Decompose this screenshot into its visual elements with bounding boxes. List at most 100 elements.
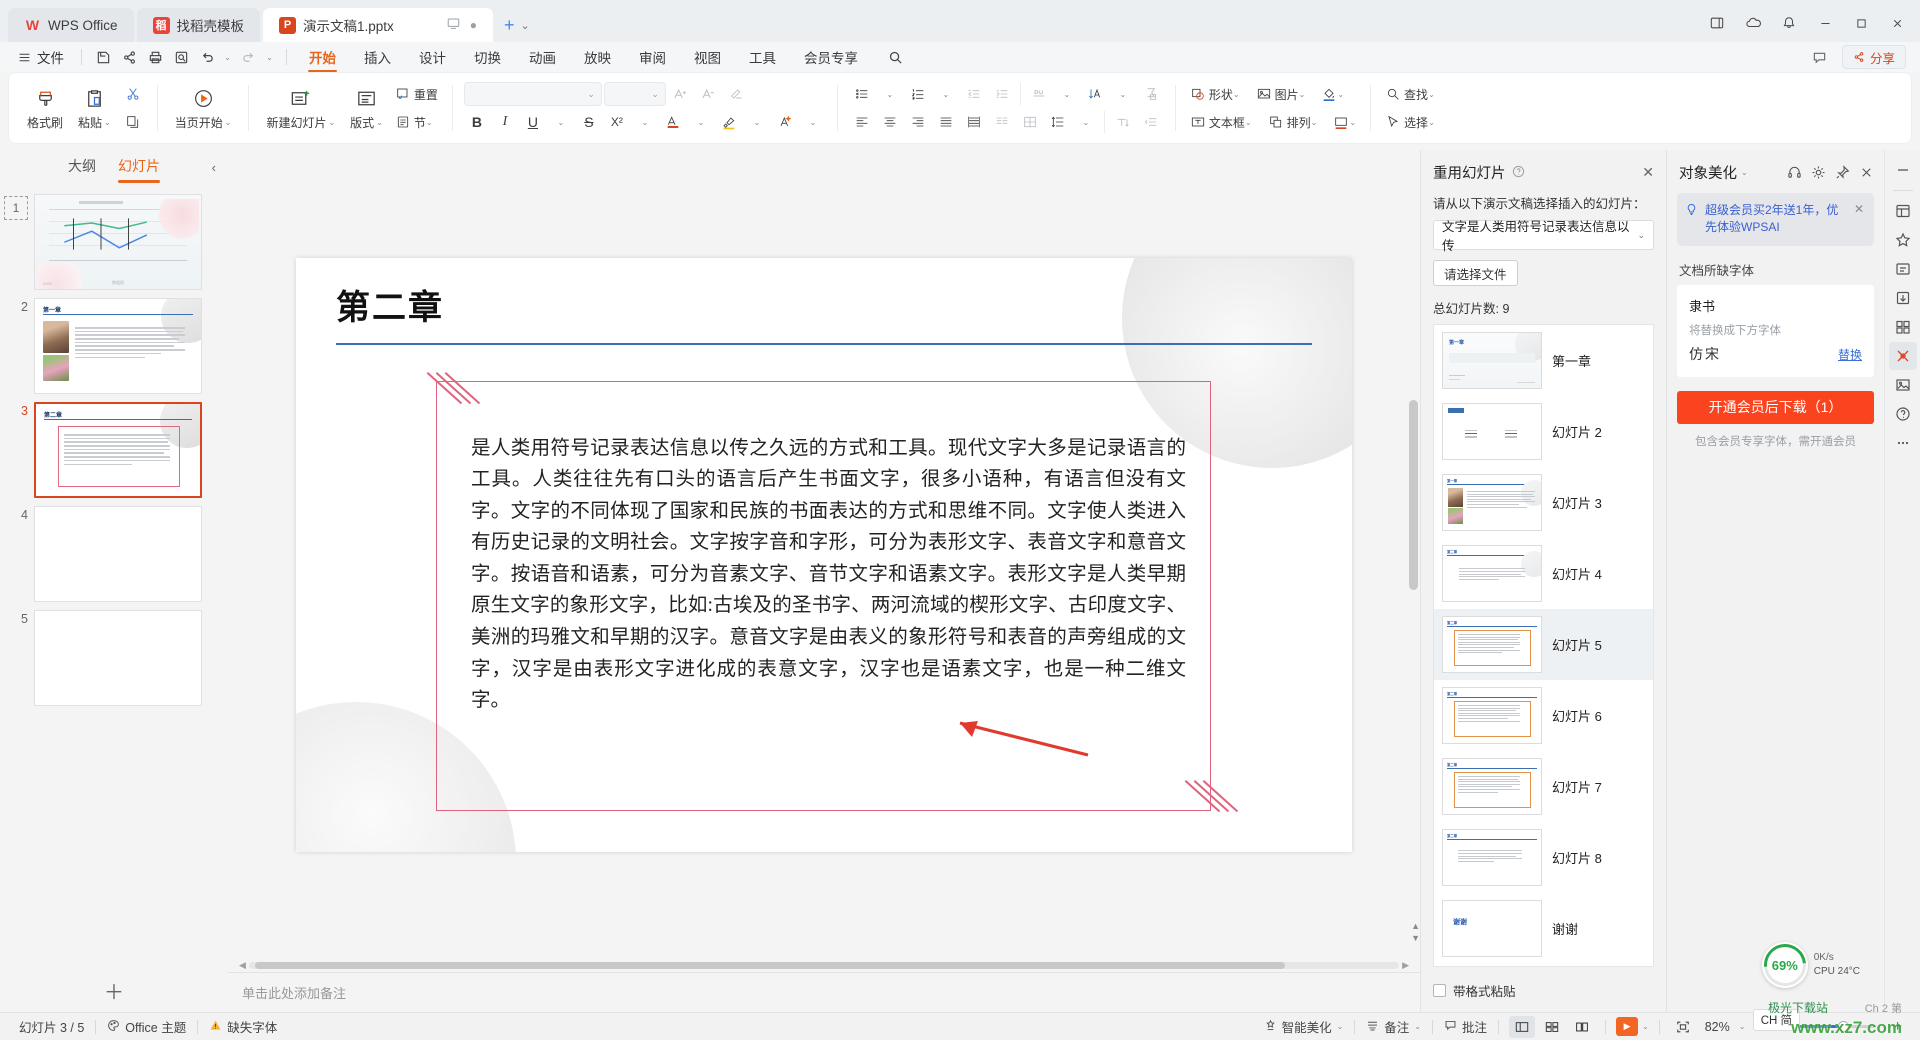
font-color-button[interactable]	[660, 109, 686, 135]
reuse-slide-list[interactable]: 第一章 第一章 幻灯片 2 第一章 幻灯片 3 第二章 幻灯片 4 第二章 幻灯…	[1433, 324, 1654, 967]
design-rail-icon[interactable]	[1889, 313, 1917, 341]
print-icon[interactable]	[143, 45, 167, 69]
line-spacing-button[interactable]	[1045, 109, 1071, 135]
play-slideshow-button[interactable]: ▶	[1616, 1017, 1639, 1036]
scrollbar-track[interactable]	[248, 962, 1400, 969]
close-button[interactable]	[1880, 8, 1914, 38]
chevron-down-icon[interactable]: ⌄	[1245, 118, 1252, 127]
ribbon-tab-tools[interactable]: 工具	[736, 43, 789, 71]
strikethrough-button[interactable]: S	[576, 109, 602, 135]
add-slide-button[interactable]: ＋	[104, 976, 124, 1005]
slide-body-text[interactable]: 是人类用符号记录表达信息以传之久远的方式和工具。现代文字大多是记录语言的工具。人…	[471, 433, 1186, 717]
current-slide[interactable]: 第二章 是人类用符号记录表达信息以传之久远的方式和工具。现代文字大多是记录语言的…	[296, 257, 1352, 852]
smart-beautify-button[interactable]: 智能美化 ⌄	[1253, 1016, 1355, 1038]
chevron-down-icon[interactable]: ⌄	[426, 118, 433, 127]
gear-icon[interactable]	[1811, 165, 1826, 180]
arrange-button[interactable]: 排列 ⌄	[1265, 109, 1321, 135]
layout-button[interactable]: 版式 ⌄	[344, 76, 389, 140]
thumbnail-item-1[interactable]: 1 2024 数据图	[0, 190, 228, 294]
chevron-down-icon[interactable]: ⌄	[698, 118, 705, 127]
format-painter-button[interactable]: 格式刷	[21, 76, 69, 140]
thumbnail-item-3[interactable]: 3 第二章	[0, 398, 228, 502]
numbered-list-button[interactable]	[905, 81, 931, 107]
scrollbar-thumb[interactable]	[1409, 400, 1418, 590]
tab-slides[interactable]: 幻灯片	[118, 156, 160, 183]
slide-canvas-area[interactable]: 第二章 是人类用符号记录表达信息以传之久远的方式和工具。现代文字大多是记录语言的…	[228, 150, 1420, 959]
new-slide-button[interactable]: 新建幻灯片 ⌄	[260, 76, 341, 140]
help-rail-icon[interactable]	[1889, 400, 1917, 428]
chevron-down-icon[interactable]: ⌄	[943, 90, 950, 99]
shape-outline-button[interactable]: ⌄	[1330, 109, 1359, 135]
bullet-list-button[interactable]	[849, 81, 875, 107]
slide-nav-buttons[interactable]: ▲ ▼	[1411, 921, 1420, 943]
view-reading-button[interactable]	[1569, 1016, 1595, 1038]
italic-button[interactable]: I	[492, 109, 518, 135]
columns-button[interactable]	[989, 109, 1015, 135]
close-icon[interactable]: ✕	[1854, 202, 1866, 216]
chevron-down-icon[interactable]: ⌄	[1337, 90, 1344, 99]
line-spacing-caret[interactable]: ⌄	[1073, 109, 1099, 135]
text-effect-button[interactable]	[772, 109, 798, 135]
picture-button[interactable]: 图片 ⌄	[1253, 81, 1309, 107]
text-direction-button[interactable]	[1110, 109, 1136, 135]
chevron-down-icon[interactable]: ⌄	[1741, 168, 1748, 177]
cloud-sync-icon[interactable]	[1736, 8, 1770, 38]
distribute-button[interactable]	[961, 109, 987, 135]
missing-font-status[interactable]: 缺失字体	[198, 1016, 288, 1038]
chevron-down-icon[interactable]: ⌄	[810, 118, 817, 127]
chevron-down-icon[interactable]: ⌄	[651, 89, 659, 100]
pinyin-guide-button[interactable]	[1026, 81, 1052, 107]
chevron-down-icon[interactable]: ⌄	[558, 118, 565, 127]
close-icon[interactable]	[1859, 165, 1874, 180]
ribbon-tab-home[interactable]: 开始	[296, 43, 349, 72]
superscript-caret[interactable]: ⌄	[632, 109, 658, 135]
thumbnail-list[interactable]: 1 2024 数据图 2 第一章 3 第二章 4 5	[0, 184, 228, 968]
resource-rail-icon[interactable]	[1889, 255, 1917, 283]
chevron-down-icon[interactable]: ⌄	[1349, 118, 1356, 127]
tab-list-caret-icon[interactable]: ⌄	[521, 19, 530, 32]
minimize-panel-icon[interactable]	[1889, 156, 1917, 184]
textbox-button[interactable]: 文本框 ⌄	[1187, 109, 1255, 135]
bullet-list-caret[interactable]: ⌄	[877, 81, 903, 107]
thumbnail-item-2[interactable]: 2 第一章	[0, 294, 228, 398]
tab-outline[interactable]: 大纲	[68, 156, 96, 179]
merge-shape-button[interactable]	[1138, 81, 1164, 107]
reuse-slide-item-4[interactable]: 第二章 幻灯片 4	[1434, 538, 1653, 609]
chevron-down-icon[interactable]: ⌄	[225, 118, 232, 127]
scrollbar-thumb[interactable]	[254, 962, 1285, 969]
copy-button[interactable]	[120, 109, 146, 135]
picture-rail-icon[interactable]	[1889, 371, 1917, 399]
ribbon-tab-view[interactable]: 视图	[681, 43, 734, 71]
thumbnail-item-4[interactable]: 4	[0, 502, 228, 606]
notification-icon[interactable]	[1772, 8, 1806, 38]
sidebar-toggle-icon[interactable]	[1700, 8, 1734, 38]
increase-indent-button[interactable]	[989, 81, 1015, 107]
minimize-button[interactable]	[1808, 8, 1842, 38]
slide-counter[interactable]: 幻灯片 3 / 5	[8, 1016, 95, 1038]
tab-find-template[interactable]: 稻 找稻壳模板	[136, 8, 261, 42]
reset-button[interactable]: 重置	[392, 81, 441, 107]
tab-wps-office[interactable]: W WPS Office	[8, 8, 134, 42]
increase-font-size-button[interactable]	[668, 81, 694, 107]
maximize-button[interactable]	[1844, 8, 1878, 38]
reuse-slide-item-9[interactable]: 谢谢 谢谢	[1434, 893, 1653, 964]
indent-extra-button[interactable]	[1138, 109, 1164, 135]
tab-close-icon[interactable]: ●	[470, 18, 477, 32]
chevron-down-icon[interactable]: ⌄	[887, 90, 894, 99]
align-left-button[interactable]	[849, 109, 875, 135]
chevron-down-icon[interactable]: ⌄	[1083, 118, 1090, 127]
chevron-down-icon[interactable]: ⌄	[104, 118, 111, 127]
chevron-down-icon[interactable]: ⌄	[587, 89, 595, 100]
chevron-down-icon[interactable]: ⌄	[376, 118, 383, 127]
chevron-down-icon[interactable]: ⌄	[1064, 90, 1071, 99]
chevron-left-icon[interactable]: ‹	[212, 160, 216, 175]
view-normal-button[interactable]	[1509, 1015, 1536, 1038]
share-button[interactable]: 分享	[1841, 45, 1906, 69]
close-icon[interactable]: ✕	[1642, 164, 1654, 181]
view-sorter-button[interactable]	[1539, 1016, 1565, 1038]
sort-caret[interactable]: ⌄	[1110, 81, 1136, 107]
reuse-slide-item-8[interactable]: 第二章 幻灯片 8	[1434, 822, 1653, 893]
reuse-slide-item-6[interactable]: 第二章 幻灯片 6	[1434, 680, 1653, 751]
ribbon-tab-insert[interactable]: 插入	[351, 43, 404, 71]
underline-button[interactable]: U	[520, 109, 546, 135]
